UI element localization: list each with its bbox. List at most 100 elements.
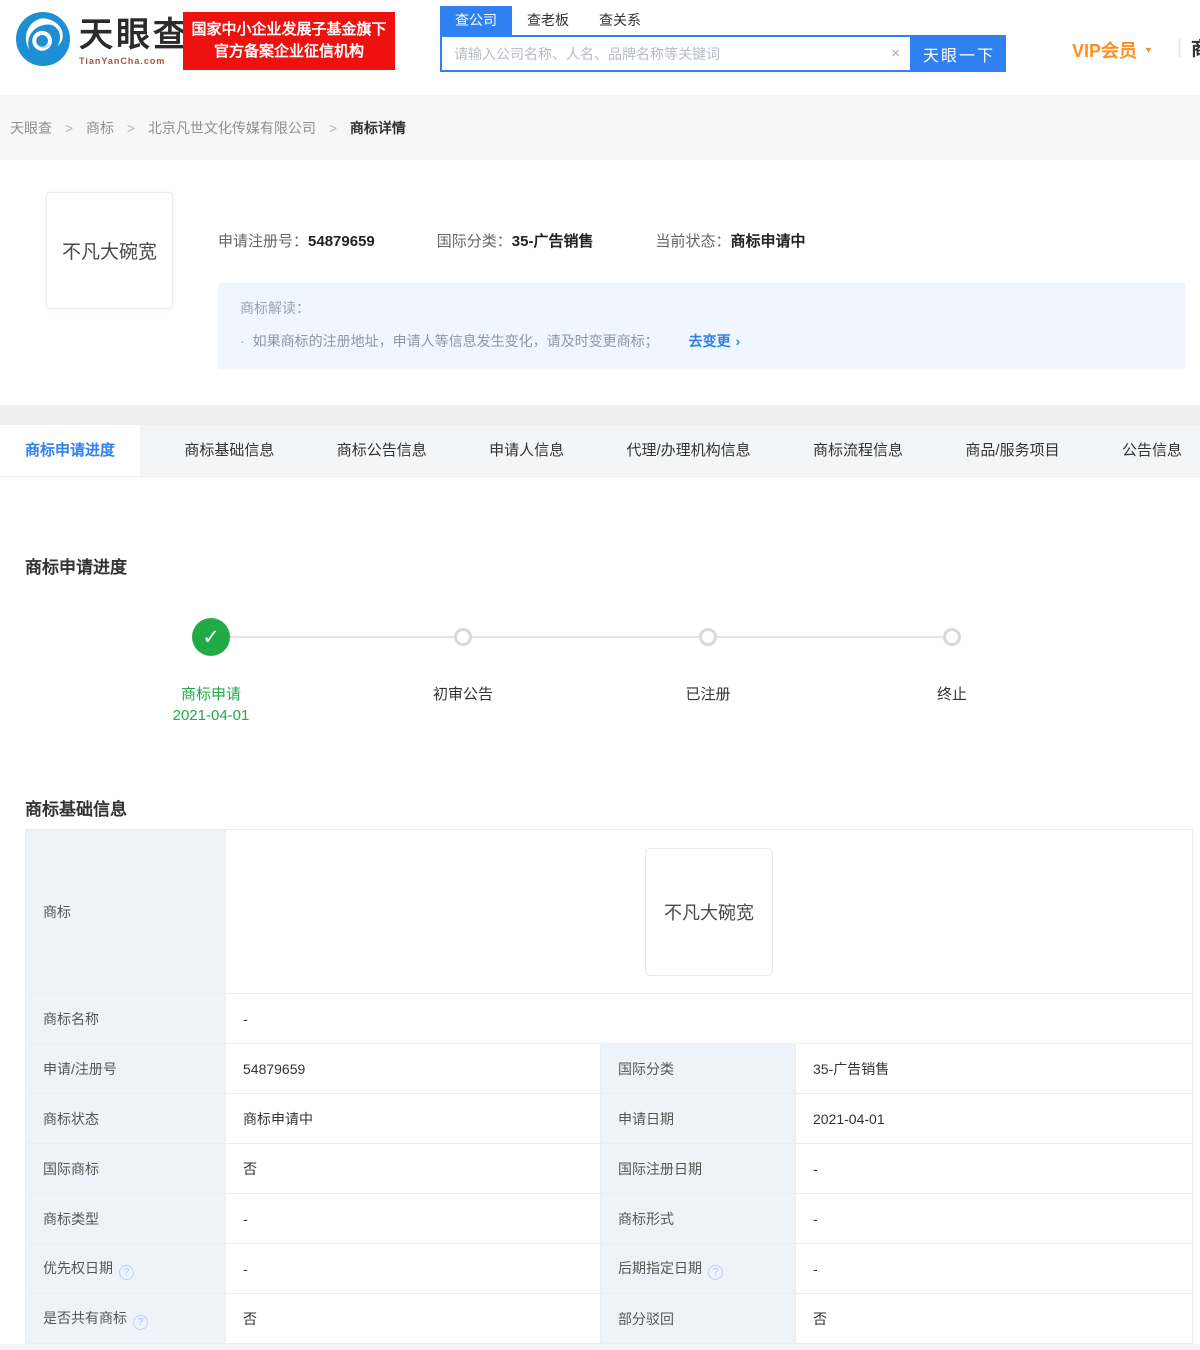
row-value: 否: [225, 1143, 601, 1194]
search-button[interactable]: 天眼一下: [912, 35, 1006, 72]
table-row: 国际商标 否 国际注册日期 -: [25, 1143, 1193, 1194]
step-label-preliminary: 初审公告: [432, 686, 493, 703]
search-tab-boss[interactable]: 查老板: [512, 6, 584, 35]
basic-info-table: 商标 不凡大碗宽 商标名称 - 申请/注册号 54879659 国际分类 35-…: [25, 829, 1193, 1344]
main-content: 商标申请进度 ✓ 商标申请 2021-04-01 初审公告 已注册 终止 商标基…: [0, 477, 1200, 1350]
step-done-circle: ✓: [192, 618, 230, 656]
breadcrumb-current: 商标详情: [349, 120, 406, 136]
clear-icon[interactable]: ×: [891, 45, 900, 62]
progress-section-title: 商标申请进度: [25, 558, 127, 577]
tab-goods-services[interactable]: 商品/服务项目: [947, 425, 1077, 476]
summary-fields: 申请注册号：54879659 国际分类：35-广告销售 当前状态：商标申请中: [218, 230, 868, 251]
step-circle: [943, 628, 961, 646]
vip-menu[interactable]: VIP会员 ▼: [1072, 37, 1153, 63]
go-change-link[interactable]: 去变更 ›: [689, 331, 741, 351]
row-label: 优先权日期?: [25, 1243, 226, 1294]
breadcrumb: 天眼查 > 商标 > 北京凡世文化传媒有限公司 > 商标详情: [0, 95, 1200, 160]
table-row: 优先权日期? - 后期指定日期? -: [25, 1243, 1193, 1294]
row-label: 后期指定日期?: [600, 1243, 796, 1294]
badge-line-1: 国家中小企业发展子基金旗下: [191, 21, 387, 38]
search-tabs: 查公司 查老板 查关系: [440, 6, 1006, 35]
tianyancha-logo-icon: [16, 12, 70, 71]
field-registration-number: 申请注册号：54879659: [218, 233, 375, 250]
breadcrumb-home[interactable]: 天眼查: [10, 120, 52, 136]
row-value: -: [225, 1193, 601, 1244]
certification-badge: 国家中小企业发展子基金旗下 官方备案企业征信机构: [183, 12, 395, 70]
row-label: 商标名称: [25, 993, 226, 1044]
table-row: 商标类型 - 商标形式 -: [25, 1193, 1193, 1244]
row-label: 申请/注册号: [25, 1043, 226, 1094]
badge-line-2: 官方备案企业征信机构: [213, 42, 364, 60]
table-row: 是否共有商标? 否 部分驳回 否: [25, 1293, 1193, 1344]
row-value: -: [795, 1193, 1193, 1244]
check-icon: ✓: [202, 625, 220, 649]
tab-gazette-info[interactable]: 公告信息: [1104, 425, 1200, 476]
trademark-image-text: 不凡大碗宽: [61, 242, 157, 263]
tab-applicant-info[interactable]: 申请人信息: [471, 425, 582, 476]
row-label: 申请日期: [600, 1093, 796, 1144]
row-value: 不凡大碗宽: [225, 829, 1193, 994]
row-label: 部分驳回: [600, 1293, 796, 1344]
step-label-application: 商标申请: [180, 686, 241, 703]
header: 天眼查 TianYanCha.com 国家中小企业发展子基金旗下 官方备案企业征…: [0, 0, 1200, 95]
tab-basic-info[interactable]: 商标基础信息: [166, 425, 292, 476]
row-value: -: [225, 993, 1193, 1044]
tab-application-progress[interactable]: 商标申请进度: [0, 425, 141, 476]
row-value: 商标申请中: [225, 1093, 601, 1144]
header-divider: |: [1177, 36, 1183, 58]
trademark-image[interactable]: 不凡大碗宽: [46, 192, 173, 309]
trademark-interpretation: 商标解读： · 如果商标的注册地址，申请人等信息发生变化，请及时变更商标； 去变…: [218, 283, 1185, 369]
row-label: 商标: [25, 829, 226, 994]
row-label: 国际注册日期: [600, 1143, 796, 1194]
interpretation-title: 商标解读：: [240, 300, 310, 316]
row-value: -: [795, 1243, 1193, 1294]
search-tab-relation[interactable]: 查关系: [584, 6, 656, 35]
breadcrumb-company[interactable]: 北京凡世文化传媒有限公司: [148, 120, 316, 136]
breadcrumb-separator: >: [328, 120, 338, 136]
detail-tabbar: 商标申请进度 商标基础信息 商标公告信息 申请人信息 代理/办理机构信息 商标流…: [0, 425, 1200, 477]
step-label-registered: 已注册: [685, 686, 731, 703]
row-value: 35-广告销售: [795, 1043, 1193, 1094]
arrow-right-icon: ›: [735, 333, 741, 349]
step-date-application: 2021-04-01: [172, 707, 250, 724]
interpretation-text: 如果商标的注册地址，申请人等信息发生变化，请及时变更商标；: [252, 333, 659, 349]
row-label: 国际分类: [600, 1043, 796, 1094]
row-label: 国际商标: [25, 1143, 226, 1194]
tab-announcement-info[interactable]: 商标公告信息: [319, 425, 445, 476]
bullet: ·: [240, 333, 245, 349]
search-input-wrap: ×: [440, 35, 912, 72]
field-intl-class: 国际分类：35-广告销售: [436, 233, 594, 250]
help-icon[interactable]: ?: [708, 1264, 723, 1280]
row-value: 2021-04-01: [795, 1093, 1193, 1144]
row-value: -: [795, 1143, 1193, 1194]
field-current-status: 当前状态：商标申请中: [655, 233, 806, 250]
progress-line: [211, 636, 952, 638]
tianyancha-logo[interactable]: 天眼查 TianYanCha.com: [16, 12, 190, 71]
table-row: 商标名称 -: [25, 993, 1193, 1044]
search-tab-company[interactable]: 查公司: [440, 6, 512, 35]
footer-strip: [0, 1344, 1200, 1350]
breadcrumb-separator: >: [126, 120, 136, 136]
tab-agency-info[interactable]: 代理/办理机构信息: [609, 425, 769, 476]
table-row: 商标 不凡大碗宽: [25, 829, 1193, 994]
row-label: 商标状态: [25, 1093, 226, 1144]
step-circle: [454, 628, 472, 646]
help-icon[interactable]: ?: [119, 1264, 134, 1280]
logo-title: 天眼查: [79, 15, 190, 54]
step-circle: [699, 628, 717, 646]
row-value: 54879659: [225, 1043, 601, 1094]
breadcrumb-trademark[interactable]: 商标: [86, 120, 114, 136]
vip-label: VIP会员: [1072, 41, 1138, 61]
logo-subtitle: TianYanCha.com: [79, 55, 166, 66]
trademark-image[interactable]: 不凡大碗宽: [645, 847, 773, 976]
help-icon[interactable]: ?: [133, 1314, 148, 1330]
step-label-terminated: 终止: [936, 686, 967, 703]
cutoff-menu-item[interactable]: 商: [1191, 34, 1200, 61]
breadcrumb-separator: >: [64, 120, 74, 136]
tab-process-info[interactable]: 商标流程信息: [795, 425, 921, 476]
row-label: 是否共有商标?: [25, 1293, 226, 1344]
section-gap: [0, 405, 1200, 425]
row-value: 否: [225, 1293, 601, 1344]
search-input[interactable]: [442, 37, 910, 70]
search-area: 查公司 查老板 查关系 × 天眼一下: [440, 6, 1006, 72]
